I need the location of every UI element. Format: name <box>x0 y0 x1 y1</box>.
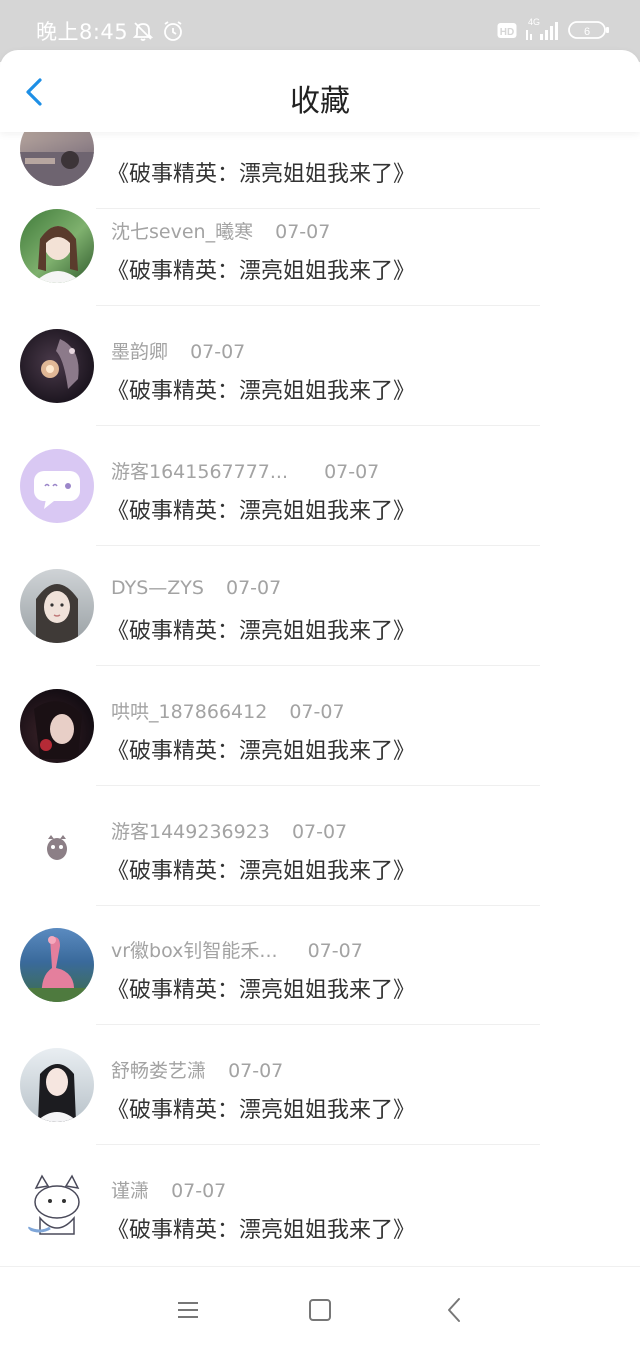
divider <box>96 545 540 546</box>
item-title: 《破事精英：漂亮姐姐我来了》 <box>107 379 416 404</box>
avatar[interactable] <box>20 928 94 1002</box>
date: 07-07 <box>228 1060 284 1082</box>
username[interactable]: DYS—ZYS <box>111 577 204 599</box>
username[interactable]: 游客1449236923 <box>111 817 270 844</box>
square-home-icon <box>309 1299 331 1321</box>
home-button[interactable] <box>305 1295 335 1325</box>
username[interactable]: 谨潇 <box>111 1176 149 1203</box>
date: 07-07 <box>226 577 282 599</box>
item-title: 《破事精英：漂亮姐姐我来了》 <box>107 162 416 187</box>
menu-icon <box>178 1302 198 1318</box>
status-time: 晚上8:45 <box>36 20 129 44</box>
hd-icon: HD <box>497 22 517 44</box>
date: 07-07 <box>275 221 331 243</box>
date: 07-07 <box>324 461 380 483</box>
svg-text:HD: HD <box>500 27 514 38</box>
item-meta: 墨韵卿 07-07 <box>111 337 245 364</box>
avatar[interactable] <box>20 449 94 523</box>
back-triangle-icon <box>448 1298 460 1322</box>
list-item[interactable]: 谨潇 07-07 《破事精英：漂亮姐姐我来了》 <box>0 1146 640 1265</box>
list-item[interactable]: 游客1641567777... 07-07 《破事精英：漂亮姐姐我来了》 <box>0 427 640 546</box>
item-meta: 哄哄_187866412 07-07 <box>111 697 345 724</box>
svg-text:6: 6 <box>584 26 590 38</box>
username[interactable]: vr徽box钊智能禾... <box>111 936 278 963</box>
item-title: 《破事精英：漂亮姐姐我来了》 <box>107 1098 416 1123</box>
avatar[interactable] <box>20 1168 94 1242</box>
username[interactable]: 沈七seven_曦寒 <box>111 217 253 244</box>
list-item[interactable]: 墨韵卿 07-07 《破事精英：漂亮姐姐我来了》 <box>0 307 640 426</box>
date: 07-07 <box>289 701 345 723</box>
chat-bubble-icon <box>34 471 80 509</box>
divider <box>96 1144 540 1145</box>
item-title: 《破事精英：漂亮姐姐我来了》 <box>107 499 416 524</box>
item-meta: vr徽box钊智能禾... 07-07 <box>111 936 363 963</box>
username[interactable]: 游客1641567777... <box>111 457 288 484</box>
divider <box>96 665 540 666</box>
item-title: 《破事精英：漂亮姐姐我来了》 <box>107 1218 416 1243</box>
item-meta: 游客1641567777... 07-07 <box>111 457 379 484</box>
favorites-list[interactable]: 《破事精英：漂亮姐姐我来了》 沈七seven_曦寒 07-07 《破事精英：漂亮… <box>0 0 640 1266</box>
date: 07-07 <box>190 341 246 363</box>
username[interactable]: 哄哄_187866412 <box>111 697 267 724</box>
item-meta: 谨潇 07-07 <box>111 1176 226 1203</box>
item-meta: 舒畅娄艺潇 07-07 <box>111 1056 283 1083</box>
item-meta: 沈七seven_曦寒 07-07 <box>111 217 330 244</box>
avatar[interactable] <box>20 329 94 403</box>
item-title: 《破事精英：漂亮姐姐我来了》 <box>107 259 416 284</box>
list-item[interactable]: DYS—ZYS 07-07 《破事精英：漂亮姐姐我来了》 <box>0 547 640 666</box>
date: 07-07 <box>307 940 363 962</box>
username[interactable]: 墨韵卿 <box>111 337 168 364</box>
divider <box>96 425 540 426</box>
username[interactable]: 舒畅娄艺潇 <box>111 1056 206 1083</box>
system-nav-bar <box>0 1266 640 1351</box>
avatar[interactable] <box>20 809 94 883</box>
svg-text:4G: 4G <box>528 17 540 27</box>
item-title: 《破事精英：漂亮姐姐我来了》 <box>107 739 416 764</box>
list-item[interactable]: vr徽box钊智能禾... 07-07 《破事精英：漂亮姐姐我来了》 <box>0 906 640 1025</box>
divider <box>96 305 540 306</box>
list-item[interactable]: 游客1449236923 07-07 《破事精英：漂亮姐姐我来了》 <box>0 787 640 906</box>
date: 07-07 <box>291 821 348 843</box>
avatar[interactable] <box>20 1048 94 1122</box>
favorites-screen: 《破事精英：漂亮姐姐我来了》 沈七seven_曦寒 07-07 《破事精英：漂亮… <box>0 0 640 1351</box>
list-item[interactable]: 沈七seven_曦寒 07-07 《破事精英：漂亮姐姐我来了》 <box>0 187 640 306</box>
list-item[interactable]: 哄哄_187866412 07-07 《破事精英：漂亮姐姐我来了》 <box>0 667 640 786</box>
item-title: 《破事精英：漂亮姐姐我来了》 <box>107 619 416 644</box>
item-meta: DYS—ZYS 07-07 <box>111 577 281 599</box>
page-title: 收藏 <box>290 84 350 119</box>
date: 07-07 <box>171 1180 227 1202</box>
list-item[interactable]: 舒畅娄艺潇 07-07 《破事精英：漂亮姐姐我来了》 <box>0 1026 640 1145</box>
system-back-button[interactable] <box>440 1295 470 1325</box>
avatar[interactable] <box>20 569 94 643</box>
item-title: 《破事精英：漂亮姐姐我来了》 <box>107 978 416 1003</box>
item-title: 《破事精英：漂亮姐姐我来了》 <box>107 859 416 884</box>
item-meta: 游客1449236923 07-07 <box>111 817 347 844</box>
alarm-icon <box>162 20 184 46</box>
menu-button[interactable] <box>173 1295 203 1325</box>
mute-bell-icon <box>132 20 154 46</box>
header-bar: 收藏 <box>0 50 640 132</box>
avatar[interactable] <box>20 689 94 763</box>
battery-icon: 6 <box>568 20 610 44</box>
divider <box>96 785 540 786</box>
avatar[interactable] <box>20 209 94 283</box>
signal-icon: 4G <box>524 16 562 46</box>
divider <box>96 1024 540 1025</box>
